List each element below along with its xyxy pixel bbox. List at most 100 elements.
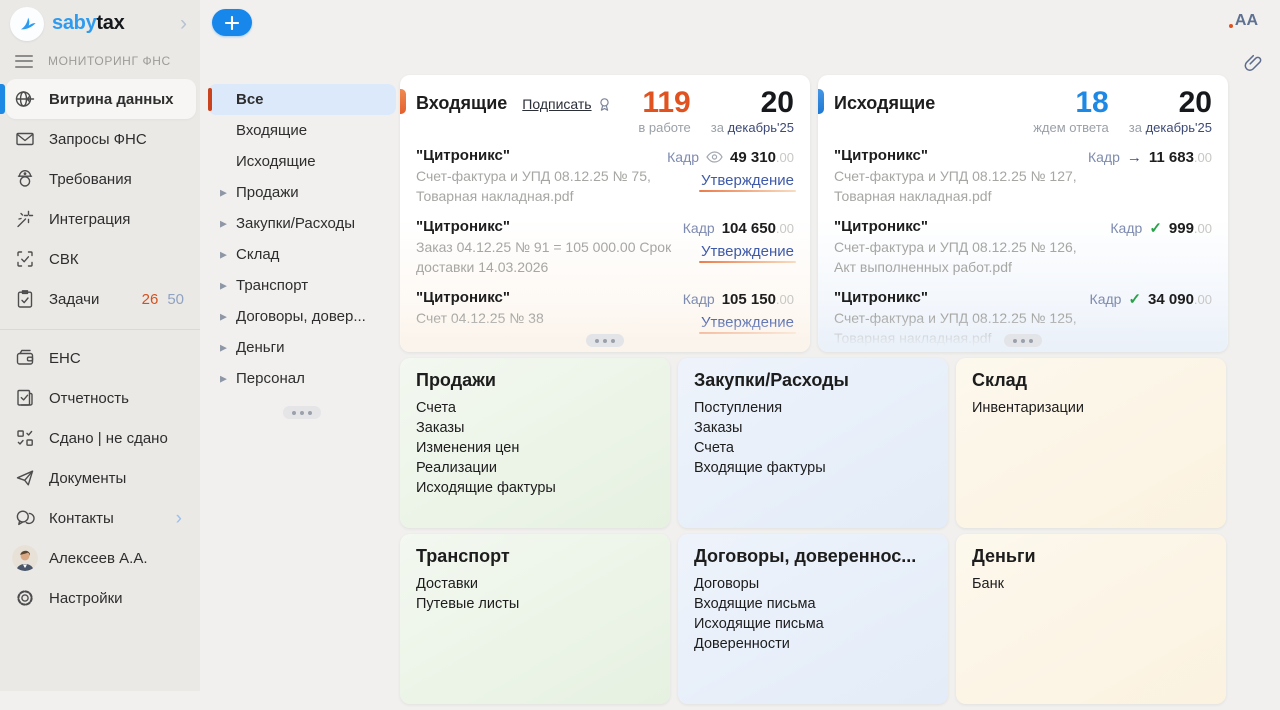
category-link[interactable]: Счета [694,438,932,458]
doc-company[interactable]: "Цитроникс" [834,218,1100,235]
category-link[interactable]: Входящие фактуры [694,458,932,478]
category-link[interactable]: Изменения цен [416,438,654,458]
category-card-sales[interactable]: Продажи Счета Заказы Изменения цен Реали… [400,358,670,528]
category-link[interactable]: Исходящие письма [694,614,932,634]
category-title[interactable]: Транспорт [416,546,654,567]
category-title[interactable]: Продажи [416,370,654,391]
category-link[interactable]: Заказы [416,418,654,438]
sidebar-item-settings[interactable]: Настройки [6,578,196,618]
doc-row[interactable]: "Цитроникс" Счет-фактура и УПД 08.12.25 … [416,147,794,206]
folder-item-contracts[interactable]: ▶ Договоры, довер... [208,301,396,332]
font-size-control[interactable]: AA [1235,12,1258,30]
folders-more-button[interactable] [283,406,321,419]
expand-arrow-icon[interactable]: ▶ [220,249,227,260]
sidebar-item-contacts[interactable]: Контакты › [6,498,196,538]
doc-row[interactable]: "Цитроникс" Счет-фактура и УПД 08.12.25 … [834,218,1212,277]
sidebar-item-fns-requests[interactable]: Запросы ФНС [6,119,196,159]
approve-stage-link[interactable]: Утверждение [701,243,794,262]
category-link[interactable]: Инвентаризации [972,398,1210,418]
category-card-money[interactable]: Деньги Банк [956,534,1226,704]
sidebar-item-data-showcase[interactable]: Витрина данных [6,79,196,119]
category-link[interactable]: Поступления [694,398,932,418]
folder-item-outgoing[interactable]: Исходящие [208,146,396,177]
sidebar-item-svk[interactable]: СВК [6,239,196,279]
menu-burger-icon[interactable] [15,55,33,68]
folder-item-incoming[interactable]: Входящие [208,115,396,146]
sidebar-item-profile[interactable]: Алексеев А.А. [6,538,196,578]
inbox-card-title[interactable]: Входящие [416,93,507,114]
folder-item-purchases[interactable]: ▶ Закупки/Расходы [208,208,396,239]
sidebar-expand-chevron-icon[interactable]: › [180,13,187,34]
category-link[interactable]: Доставки [416,574,654,594]
sidebar-item-integration[interactable]: Интеграция [6,199,196,239]
folder-item-sales[interactable]: ▶ Продажи [208,177,396,208]
stat-waiting[interactable]: 18 ждем ответа [1033,88,1109,135]
outbox-card[interactable]: Исходящие 18 ждем ответа 20 за декабрь'2… [818,75,1228,352]
doc-amount: 49 310.00 [730,149,794,166]
add-document-button[interactable] [212,9,252,36]
gear-icon [14,587,36,609]
category-link[interactable]: Доверенности [694,634,932,654]
expand-arrow-icon[interactable]: ▶ [220,342,227,353]
inbox-card[interactable]: Входящие Подписать 119 в работе 20 [400,75,810,352]
outbox-more-button[interactable] [1004,334,1042,347]
approve-stage-link[interactable]: Утверждение [701,314,794,333]
category-link[interactable]: Счета [416,398,654,418]
category-title[interactable]: Деньги [972,546,1210,567]
category-link[interactable]: Входящие письма [694,594,932,614]
contacts-chevron-icon[interactable]: › [176,509,182,528]
sidebar-item-reporting[interactable]: Отчетность [6,378,196,418]
expand-arrow-icon[interactable]: ▶ [220,187,227,198]
category-card-warehouse[interactable]: Склад Инвентаризации [956,358,1226,528]
doc-company[interactable]: "Цитроникс" [416,289,673,306]
category-card-purchases[interactable]: Закупки/Расходы Поступления Заказы Счета… [678,358,948,528]
category-card-contracts[interactable]: Договоры, довереннос... Договоры Входящи… [678,534,948,704]
folder-item-money[interactable]: ▶ Деньги [208,332,396,363]
category-card-transport[interactable]: Транспорт Доставки Путевые листы [400,534,670,704]
approve-stage-link[interactable]: Утверждение [701,172,794,191]
category-link[interactable]: Договоры [694,574,932,594]
category-link[interactable]: Банк [972,574,1210,594]
folder-item-warehouse[interactable]: ▶ Склад [208,239,396,270]
sidebar-item-demands[interactable]: Требования [6,159,196,199]
folder-item-transport[interactable]: ▶ Транспорт [208,270,396,301]
link-paperclip-icon[interactable] [1243,53,1263,73]
category-link[interactable]: Заказы [694,418,932,438]
stat-month[interactable]: 20 за декабрь'25 [1129,88,1212,135]
doc-company[interactable]: "Цитроникс" [416,218,673,235]
doc-row[interactable]: "Цитроникс" Счет-фактура и УПД 08.12.25 … [834,147,1212,206]
doc-amount: 34 090.00 [1148,291,1212,308]
stat-in-work[interactable]: 119 в работе [638,88,690,135]
inbox-more-button[interactable] [586,334,624,347]
category-title[interactable]: Склад [972,370,1210,391]
stat-waiting-value: 18 [1033,88,1109,118]
expand-arrow-icon[interactable]: ▶ [220,280,227,291]
category-title[interactable]: Закупки/Расходы [694,370,932,391]
stat-month[interactable]: 20 за декабрь'25 [711,88,794,135]
doc-company[interactable]: "Цитроникс" [834,147,1078,164]
expand-arrow-icon[interactable]: ▶ [220,218,227,229]
folder-item-personnel[interactable]: ▶ Персонал [208,363,396,394]
folder-label: Входящие [236,122,307,139]
category-title[interactable]: Договоры, довереннос... [694,546,932,567]
sidebar-item-submitted[interactable]: Сдано | не сдано [6,418,196,458]
app-logo[interactable]: sabytax › [0,0,200,47]
folder-item-all[interactable]: Все [208,84,396,115]
outbox-card-title[interactable]: Исходящие [834,93,935,114]
expand-arrow-icon[interactable]: ▶ [220,311,227,322]
stat-month-prefix: за [1129,120,1142,135]
sidebar-item-documents[interactable]: Документы [6,458,196,498]
category-link[interactable]: Путевые листы [416,594,654,614]
sign-link[interactable]: Подписать [522,96,611,112]
category-link[interactable]: Исходящие фактуры [416,478,654,498]
doc-tag: Кадр [683,291,715,307]
sidebar-item-tasks[interactable]: Задачи 26 50 [6,279,196,319]
doc-tag: Кадр [683,220,715,236]
expand-arrow-icon[interactable]: ▶ [220,373,227,384]
sidebar-item-ens[interactable]: ЕНС [6,338,196,378]
doc-row[interactable]: "Цитроникс" Заказ 04.12.25 № 91 = 105 00… [416,218,794,277]
doc-company[interactable]: "Цитроникс" [834,289,1080,306]
category-link[interactable]: Реализации [416,458,654,478]
doc-row[interactable]: "Цитроникс" Счет 04.12.25 № 38 Кадр 105 … [416,289,794,333]
doc-company[interactable]: "Цитроникс" [416,147,657,164]
